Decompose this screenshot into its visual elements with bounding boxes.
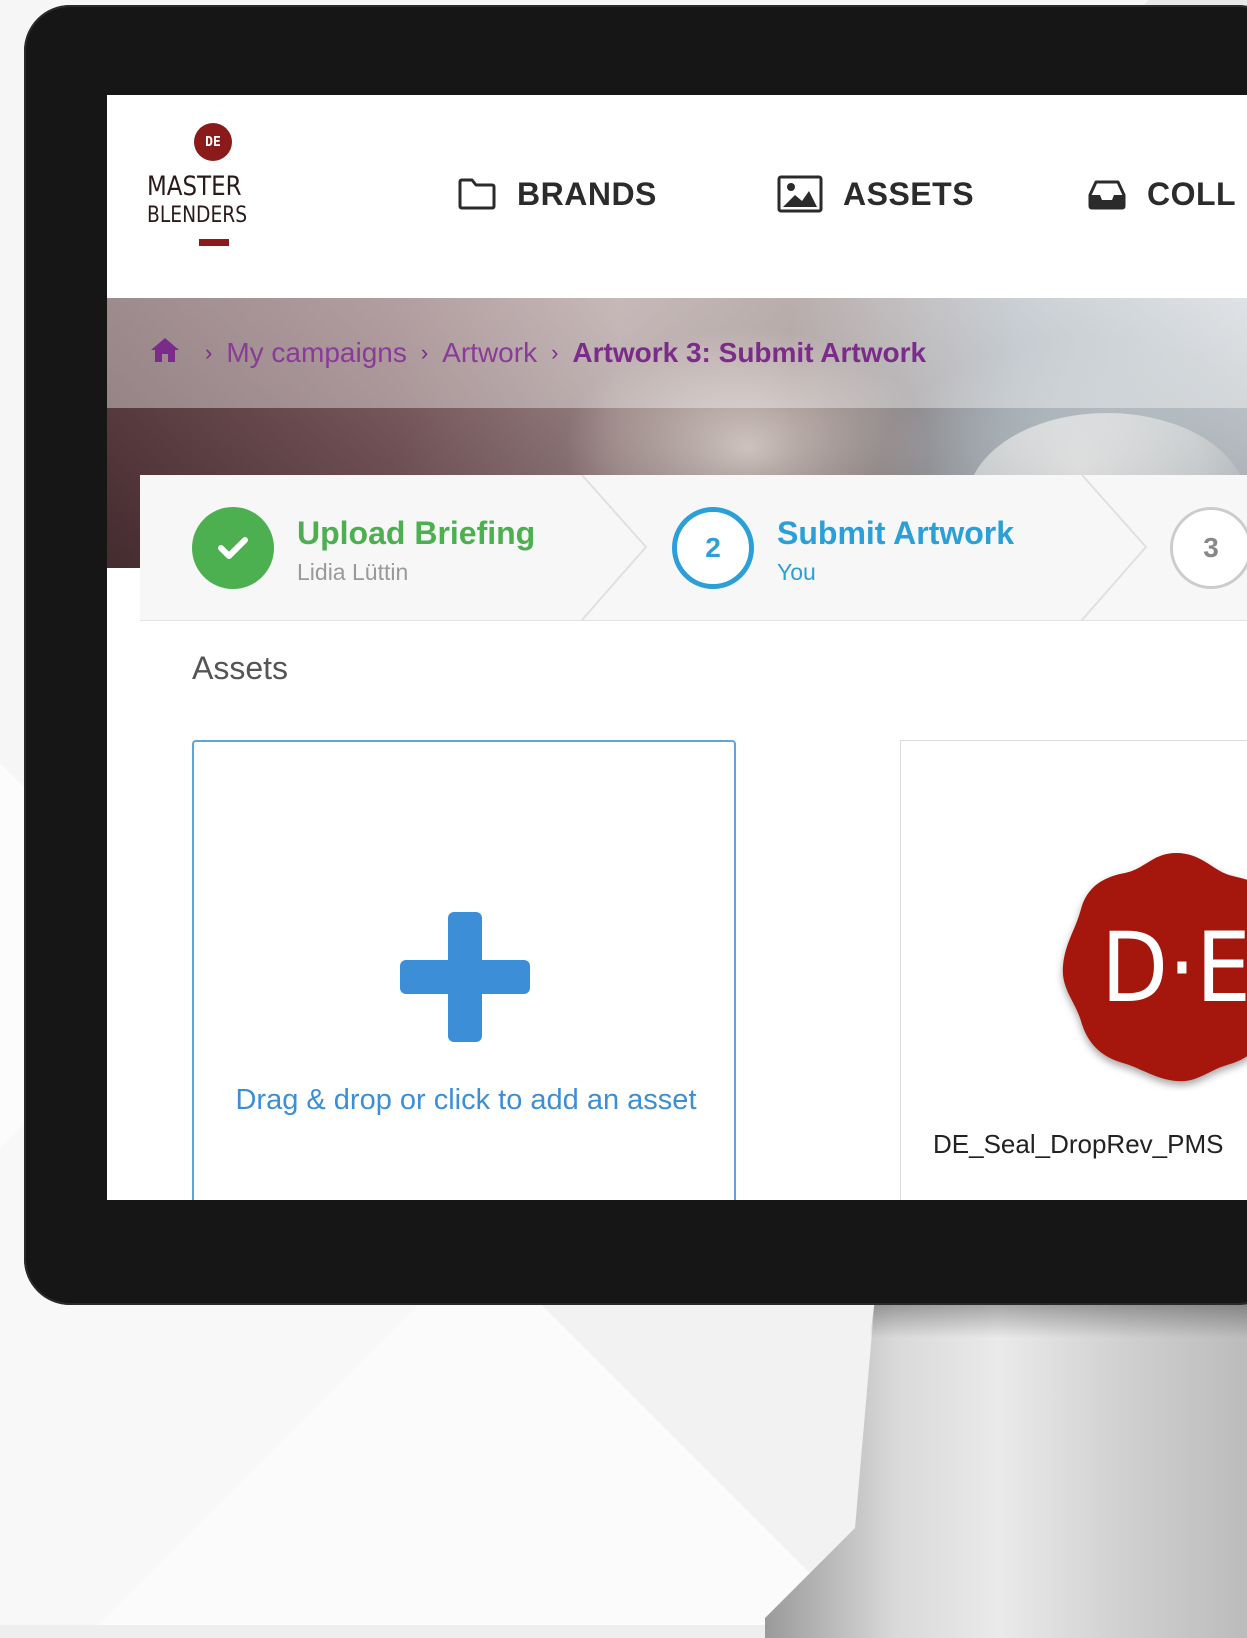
assets-section-title: Assets [192,650,289,686]
screen: DE MASTER BLENDERS BRANDS ASSETS COLL › … [107,95,1247,1200]
add-asset-label: Drag & drop or click to add an asset [235,1084,697,1116]
folder-icon [458,178,496,210]
add-asset-dropzone[interactable]: Drag & drop or click to add an asset [192,740,736,1200]
breadcrumb-current: Artwork 3: Submit Artwork [572,337,927,368]
check-icon [218,537,248,559]
app-header: DE MASTER BLENDERS BRANDS ASSETS COLL [107,95,1247,298]
asset-name: DE_Seal_DropRev_PMS [933,1129,1224,1159]
breadcrumb-separator: › [551,340,559,365]
step-number: 3 [1170,507,1247,589]
image-icon [777,175,823,213]
nav-brands[interactable]: BRANDS [457,169,657,219]
nav-assets[interactable]: ASSETS [777,169,974,219]
step-assignee: You [777,559,816,585]
workflow-stepper: Upload Briefing Lidia Lüttin 2 Submit Ar… [140,475,1247,621]
step-title: Submit Artwork [777,515,1015,551]
nav-brands-label: BRANDS [517,175,657,212]
step-title: Upload Briefing [297,515,536,551]
breadcrumb-my-campaigns[interactable]: My campaigns [226,337,407,369]
workflow-panel: Upload Briefing Lidia Lüttin 2 Submit Ar… [140,475,1247,1200]
main-nav: BRANDS ASSETS COLL [107,95,1247,298]
step-number: 2 [672,507,754,589]
breadcrumb: › My campaigns › Artwork › Artwork 3: Su… [107,298,1247,408]
inbox-icon [1088,180,1126,210]
breadcrumb-artwork[interactable]: Artwork [442,337,537,369]
nav-collections-label: COLL [1147,175,1237,212]
nav-collections[interactable]: COLL [1087,169,1236,219]
asset-thumb-label: D·E [1101,912,1247,1024]
asset-thumbnail: D·E [1062,853,1247,1082]
breadcrumb-separator: › [205,340,213,365]
breadcrumb-separator: › [420,340,429,365]
asset-card[interactable]: D·E DE_Seal_DropRev_PMS [900,740,1247,1200]
nav-assets-label: ASSETS [843,175,975,212]
step-submit-artwork[interactable]: 2 Submit Artwork You [620,475,1140,620]
home-icon[interactable] [149,336,181,371]
step-3[interactable]: 3 [1120,475,1247,620]
plus-icon-horizontal [400,960,530,994]
step-completed-circle [192,507,274,589]
step-assignee: Lidia Lüttin [297,559,409,585]
